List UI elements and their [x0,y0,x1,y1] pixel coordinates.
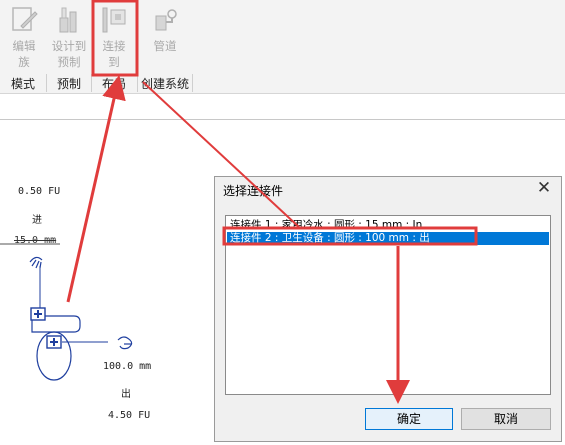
panel-layout-label: 布局 [101,77,126,91]
pipe-system-icon [155,9,177,31]
panel-fabrication-label: 预制 [56,77,81,91]
list-item-connector-1[interactable]: 连接件 1 : 家用冷水 : 圆形 : 15 mm : In [227,219,549,232]
ribbon: 编辑族 设计到预制 连接到 管道 模式 预制 布局 创建系统 [0,0,565,93]
tool-label: 到 [108,55,120,69]
sanitary-connector-icon [46,335,62,349]
inlet-label: 进 [32,215,42,226]
pipe-system-button[interactable]: 管道 [142,0,188,74]
cancel-button[interactable]: 取消 [461,408,551,430]
panel-divider [192,74,193,92]
select-connector-dialog: 选择连接件 ✕ 连接件 1 : 家用冷水 : 圆形 : 15 mm : In 连… [214,176,562,442]
tool-label: 连接 [102,39,126,53]
edit-family-icon [12,7,38,31]
panel-create-systems-label: 创建系统 [140,77,189,91]
fixture-unit-label-bottom: 4.50 FU [108,410,151,421]
tool-label: 管道 [153,39,177,53]
design-to-fabrication-button[interactable]: 设计到 预制 [48,0,90,74]
tool-label: 族 [18,55,30,69]
connector-list[interactable]: 连接件 1 : 家用冷水 : 圆形 : 15 mm : In 连接件 2 : 卫… [225,215,551,395]
tool-label: 编辑 [12,39,36,53]
plumbing-fixture-drawing [0,243,133,381]
tab-spacer [0,94,565,119]
tool-label: 设计到 [51,39,87,53]
ok-button[interactable]: 确定 [365,408,453,430]
close-icon[interactable]: ✕ [535,178,553,198]
connect-into-icon [102,7,126,33]
water-connector-icon [30,307,46,321]
list-item-connector-2[interactable]: 连接件 2 : 卫生设备 : 圆形 : 100 mm : 出 [227,232,549,245]
design-to-fabrication-icon [59,7,77,33]
dialog-title: 选择连接件 [223,184,284,198]
drain-connector-icon [117,336,133,350]
edit-family-button[interactable]: 编辑族 [2,0,46,74]
fixture-unit-label-top: 0.50 FU [18,186,61,197]
panel-mode-label: 模式 [10,77,35,91]
connect-into-button[interactable]: 连接到 [93,0,135,74]
tool-label: 预制 [57,55,81,69]
